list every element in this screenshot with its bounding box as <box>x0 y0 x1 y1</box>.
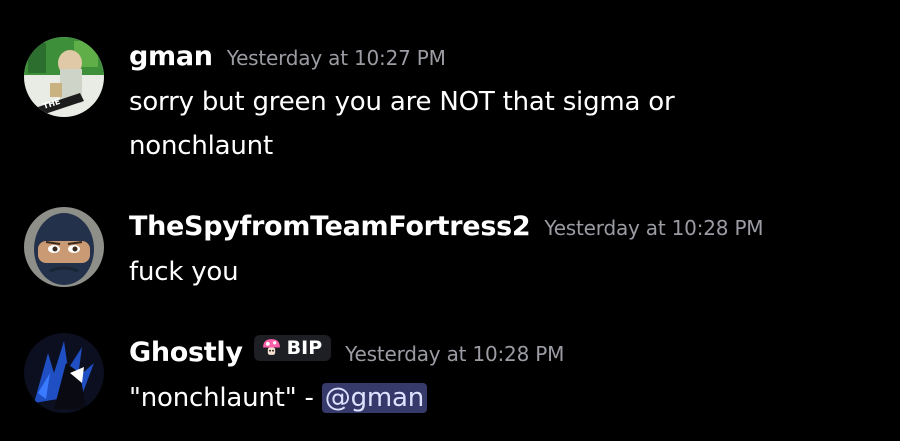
user-mention[interactable]: @gman <box>321 383 428 413</box>
mushroom-icon <box>262 339 280 355</box>
timestamp[interactable]: Yesterday at 10:27 PM <box>227 46 446 70</box>
server-tag-label: BIP <box>286 336 323 359</box>
message-content: fuck you <box>129 250 239 294</box>
message-text: "nonchlaunt" - <box>129 383 322 413</box>
timestamp[interactable]: Yesterday at 10:28 PM <box>544 216 763 240</box>
message-content: "nonchlaunt" - @gman <box>129 376 428 420</box>
username[interactable]: gman <box>129 41 213 72</box>
avatar-ghostly[interactable] <box>24 333 104 413</box>
message-line: fuck you <box>129 257 239 287</box>
message-header: TheSpyfromTeamFortress2 Yesterday at 10:… <box>129 211 764 242</box>
username[interactable]: Ghostly <box>129 337 243 368</box>
message-line: nonchlaunt <box>129 131 273 161</box>
avatar-spy[interactable] <box>24 207 104 287</box>
message-header: Ghostly BIP Yesterday at 10:28 PM <box>129 334 564 368</box>
server-tag[interactable]: BIP <box>253 334 332 361</box>
timestamp[interactable]: Yesterday at 10:28 PM <box>345 342 564 366</box>
message-header: gman Yesterday at 10:27 PM <box>129 41 446 72</box>
message-line: sorry but green you are NOT that sigma o… <box>129 87 675 117</box>
avatar-gman[interactable]: THE <box>24 37 104 117</box>
username[interactable]: TheSpyfromTeamFortress2 <box>129 211 531 242</box>
message-content: sorry but green you are NOT that sigma o… <box>129 80 675 168</box>
